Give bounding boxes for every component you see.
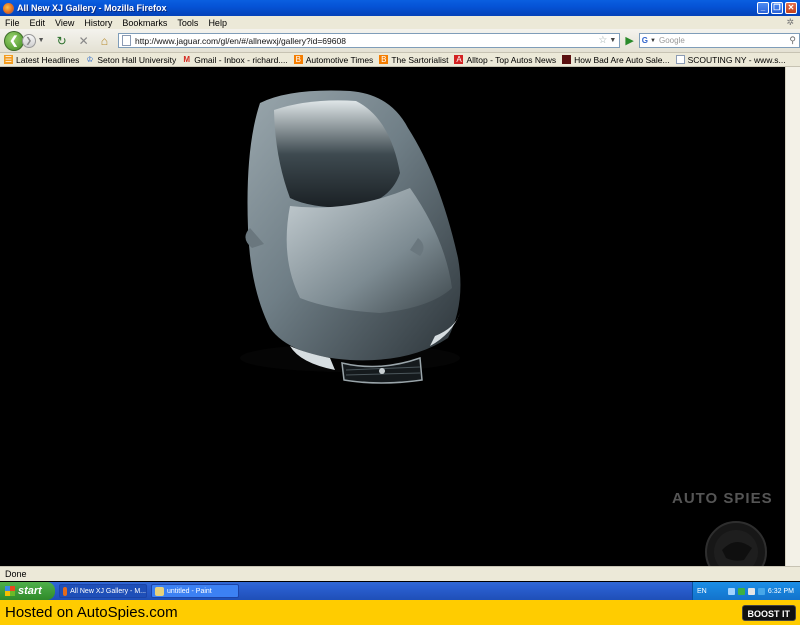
rss-icon: ☰ [4,55,13,64]
dark-square-icon [562,55,572,64]
url-bar[interactable]: http://www.jaguar.com/gl/en/#/allnewxj/g… [117,33,621,48]
task-label: untitled - Paint [167,587,212,595]
boost-it-button[interactable]: BOOST IT [741,604,796,621]
volume-icon[interactable] [747,587,755,595]
search-bar[interactable]: G ▼ Google ⚲ [638,33,800,48]
reload-icon[interactable]: ↻ [57,34,67,48]
menu-tools[interactable]: Tools [177,18,198,28]
hosted-footer: Hosted on AutoSpies.com BOOST IT [0,600,800,625]
firefox-icon [63,586,68,596]
menu-bookmarks[interactable]: Bookmarks [122,18,167,28]
clock[interactable]: 6:32 PM [768,588,794,595]
bookmark-latest-headlines[interactable]: ☰ Latest Headlines [4,55,79,65]
blogger-icon: B [379,55,389,64]
go-icon[interactable]: ▶ [625,34,633,47]
alltop-icon: A [454,55,464,64]
vertical-scrollbar[interactable] [785,67,800,566]
gmail-icon: M [183,55,191,64]
bookmark-automotive-times[interactable]: B Automotive Times [293,54,374,65]
bookmark-scouting-ny[interactable]: SCOUTING NY - www.s... [675,54,786,65]
restore-button[interactable]: ❐ [771,2,783,14]
bookmark-gmail[interactable]: M Gmail - Inbox - richard.... [182,54,288,65]
page-content[interactable]: AUTO SPIES [2,67,785,566]
menu-help[interactable]: Help [208,18,227,28]
bookmark-label: How Bad Are Auto Sale... [574,54,670,65]
taskbar-item-firefox[interactable]: All New XJ Gallery - M... [59,584,147,598]
windows-flag-icon [5,586,15,596]
home-icon[interactable]: ⌂ [101,34,108,48]
hosted-text[interactable]: Hosted on AutoSpies.com [5,604,178,621]
url-text[interactable]: http://www.jaguar.com/gl/en/#/allnewxj/g… [135,36,598,46]
bookmark-label: Automotive Times [305,54,374,65]
bookmark-star-icon[interactable]: ☆ [598,35,607,46]
close-button[interactable]: ✕ [785,2,797,14]
back-button[interactable]: ❮ [4,30,24,51]
window-title-bar[interactable]: All New XJ Gallery - Mozilla Firefox _ ❐… [0,0,800,16]
bookmark-label: SCOUTING NY - www.s... [687,54,786,65]
system-tray: EN 6:32 PM [692,582,800,600]
page-icon [675,55,685,64]
car-image [240,90,461,384]
status-bar: Done [0,566,800,581]
url-dropdown-icon[interactable]: ▼ [609,37,616,44]
menu-view[interactable]: View [55,18,74,28]
search-engine-dropdown-icon[interactable]: ▼ [650,38,656,44]
menu-file[interactable]: File [5,18,20,28]
minimize-button[interactable]: _ [757,2,769,14]
paint-icon [155,586,164,596]
security-icon[interactable] [737,587,745,595]
status-text: Done [5,569,27,579]
window-title: All New XJ Gallery - Mozilla Firefox [17,3,167,13]
bookmark-alltop[interactable]: A Alltop - Top Autos News [454,55,556,65]
network-icon[interactable] [727,587,735,595]
search-icon[interactable]: ⚲ [789,35,796,46]
firefox-icon [3,2,14,14]
history-dropdown-icon[interactable]: ▼ [38,37,45,44]
taskbar-item-paint[interactable]: untitled - Paint [151,584,239,598]
blogger-icon: B [293,55,303,64]
bookmark-label: The Sartorialist [391,54,449,65]
menu-history[interactable]: History [84,18,112,28]
bookmark-label: Seton Hall University [97,54,177,65]
search-placeholder[interactable]: Google [659,36,789,45]
stop-icon[interactable]: ✕ [79,34,89,48]
menu-bar: File Edit View History Bookmarks Tools H… [0,16,800,29]
bookmark-label: Gmail - Inbox - richard.... [194,54,288,65]
navigation-toolbar: ❮ ❯ ▼ ↻ ✕ ⌂ http://www.jaguar.com/gl/en/… [0,29,800,53]
activity-throbber-icon: ✲ [786,17,794,27]
task-label: All New XJ Gallery - M... [70,587,146,595]
bookmark-auto-sales[interactable]: How Bad Are Auto Sale... [562,54,670,65]
forward-button[interactable]: ❯ [21,33,36,48]
bookmark-sartorialist[interactable]: B The Sartorialist [379,55,448,65]
language-indicator[interactable]: EN [697,588,707,595]
start-button[interactable]: start [0,582,55,600]
bookmarks-toolbar: ☰ Latest Headlines ♔ Seton Hall Universi… [0,53,800,67]
page-icon [121,35,131,46]
bookmark-label: Alltop - Top Autos News [466,54,557,65]
menu-edit[interactable]: Edit [30,18,46,28]
bookmark-seton-hall[interactable]: ♔ Seton Hall University [85,55,176,65]
bookmark-label: Latest Headlines [16,54,80,65]
crown-icon: ♔ [86,55,94,64]
google-icon[interactable]: G [642,36,648,45]
start-label: start [18,585,42,597]
messenger-icon[interactable] [757,587,765,595]
autospies-watermark-text: AUTO SPIES [672,490,773,507]
windows-taskbar: start All New XJ Gallery - M... untitled… [0,582,800,600]
